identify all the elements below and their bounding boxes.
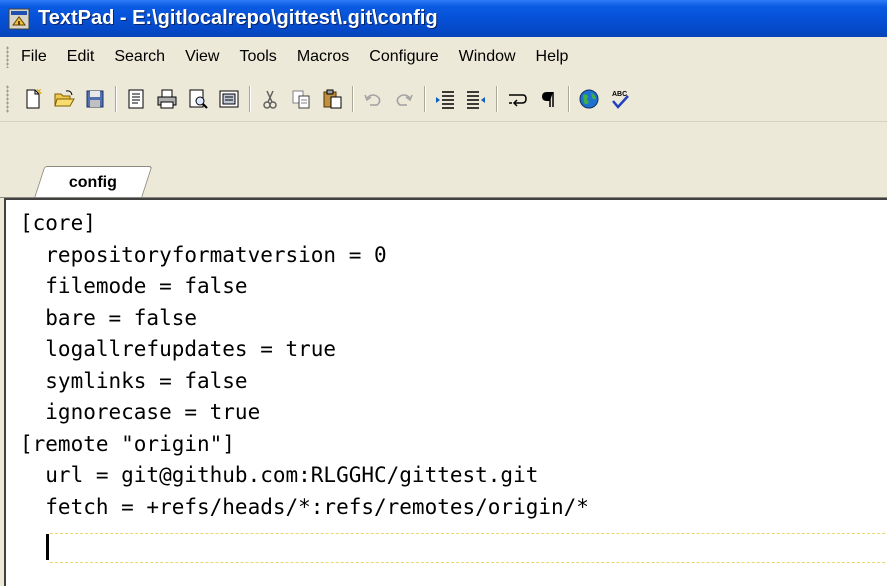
textpad-window: TextPad - E:\gitlocalrepo\gittest\.git\c… (0, 0, 887, 586)
title-bar[interactable]: TextPad - E:\gitlocalrepo\gittest\.git\c… (0, 0, 887, 37)
paste-button[interactable] (318, 84, 345, 114)
word-wrap-button[interactable] (503, 84, 530, 114)
toolbar-separator (496, 86, 497, 112)
document-tab-strip: config (0, 121, 887, 198)
redo-icon (396, 94, 413, 106)
undo-button[interactable] (359, 84, 386, 114)
outdent-icon (466, 91, 485, 109)
indent-icon (435, 91, 454, 109)
text-editor[interactable]: [core] repositoryformatversion = 0 filem… (4, 198, 887, 586)
print-preview-button[interactable] (184, 84, 211, 114)
code-line: ignorecase = true (20, 400, 261, 424)
copy-icon (292, 90, 309, 109)
cut-icon (262, 90, 277, 109)
cut-button[interactable] (256, 84, 283, 114)
open-folder-icon (53, 90, 75, 107)
print-icon (157, 89, 176, 109)
paste-icon (323, 89, 341, 109)
spell-check-icon: ABC (612, 91, 629, 109)
code-line: filemode = false (20, 274, 248, 298)
code-line: bare = false (20, 305, 198, 330)
textpad-app-icon[interactable] (8, 8, 30, 30)
show-formatting-button[interactable] (534, 84, 561, 114)
svg-text:ABC: ABC (612, 91, 627, 98)
pilcrow-icon (541, 92, 554, 107)
print-button[interactable] (153, 84, 180, 114)
code-line: repositoryformatversion = 0 (20, 242, 387, 267)
window-title: TextPad - E:\gitlocalrepo\gittest\.git\c… (38, 7, 438, 29)
document-properties-button[interactable] (122, 84, 149, 114)
word-wrap-icon (508, 94, 527, 107)
standard-toolbar: ABC (0, 77, 887, 121)
web-button[interactable] (575, 84, 602, 114)
document-properties-icon (128, 89, 143, 109)
open-button[interactable] (50, 84, 77, 114)
code-line: symlinks = false (20, 368, 248, 393)
menu-tools[interactable]: Tools (239, 44, 276, 70)
editor-content[interactable]: [core] repositoryformatversion = 0 filem… (20, 208, 589, 555)
code-line: fetch = +refs/heads/*:refs/remotes/origi… (20, 494, 589, 519)
tab-config-label: config (69, 173, 118, 191)
code-line: logallrefupdates = true (20, 337, 337, 361)
menu-edit[interactable]: Edit (67, 44, 95, 70)
menu-configure[interactable]: Configure (369, 44, 438, 70)
menu-bar-grip[interactable] (6, 46, 9, 68)
workspace-button[interactable] (215, 84, 242, 114)
web-globe-icon (579, 89, 598, 109)
save-icon (86, 90, 103, 108)
save-button[interactable] (81, 84, 108, 114)
code-line: url = git@github.com:RLGGHC/gittest.git (20, 463, 539, 487)
menu-macros[interactable]: Macros (297, 44, 349, 70)
workspace-icon (219, 90, 238, 108)
menu-help[interactable]: Help (536, 44, 569, 70)
menu-window[interactable]: Window (459, 44, 516, 70)
menu-file[interactable]: File (21, 44, 47, 70)
code-line: [core] (20, 211, 96, 235)
undo-icon (363, 94, 380, 106)
toolbar-separator (424, 86, 425, 112)
tab-config[interactable]: config (34, 166, 153, 198)
new-document-icon (26, 88, 42, 109)
code-line: [remote "origin"] (20, 431, 235, 456)
toolbar-separator (249, 86, 250, 112)
text-caret (46, 534, 49, 560)
menu-search[interactable]: Search (114, 44, 165, 70)
toolbar-separator (568, 86, 569, 112)
toolbar-separator (115, 86, 116, 112)
outdent-button[interactable] (462, 84, 489, 114)
new-button[interactable] (19, 84, 46, 114)
menu-view[interactable]: View (185, 44, 219, 70)
redo-button[interactable] (390, 84, 417, 114)
menu-bar: File Edit Search View Tools Macros Confi… (0, 37, 887, 77)
indent-button[interactable] (431, 84, 458, 114)
toolbar-grip[interactable] (6, 85, 9, 113)
spell-check-button[interactable]: ABC (606, 84, 633, 114)
print-preview-icon (189, 89, 208, 109)
toolbar-separator (352, 86, 353, 112)
copy-button[interactable] (287, 84, 314, 114)
